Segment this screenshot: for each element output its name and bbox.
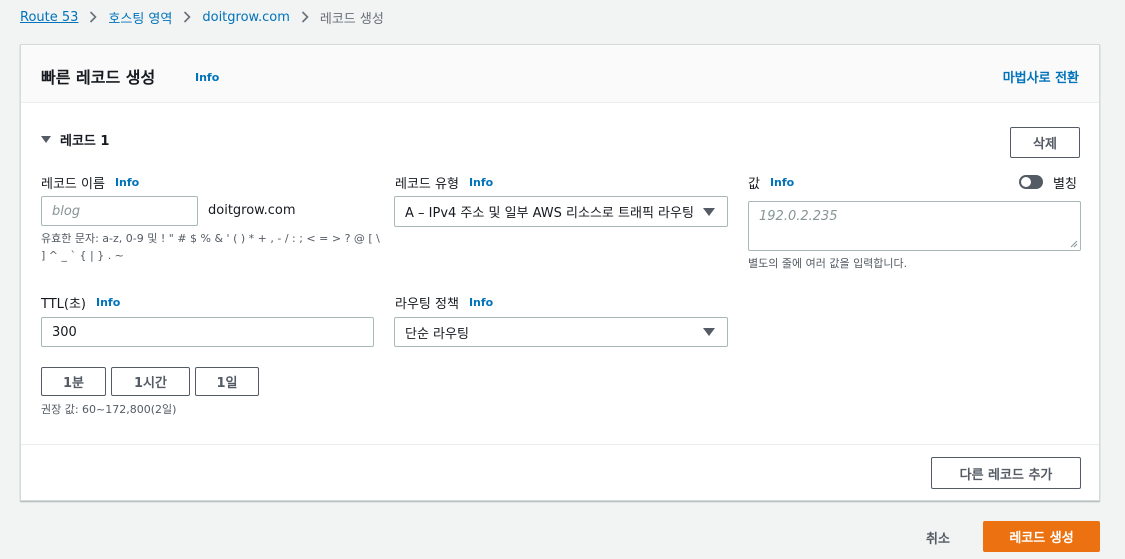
value-label-text: 값 bbox=[748, 176, 760, 192]
delete-button[interactable]: 삭제 bbox=[1010, 127, 1080, 158]
ttl-info-link[interactable]: Info bbox=[96, 296, 120, 309]
record-name-hint: 유효한 문자: a-z, 0-9 및 ! " # $ % & ' ( ) * +… bbox=[41, 232, 380, 262]
domain-suffix: doitgrow.com bbox=[208, 203, 296, 218]
breadcrumb-route53[interactable]: Route 53 bbox=[20, 10, 78, 25]
ttl-label: TTL(초) Info bbox=[41, 293, 120, 312]
panel-header: 빠른 레코드 생성 Info 마법사로 전환 bbox=[21, 45, 1099, 103]
chevron-right-icon bbox=[183, 11, 191, 23]
ttl-label-text: TTL(초) bbox=[41, 296, 86, 312]
record-type-label: 레코드 유형 Info bbox=[395, 173, 493, 192]
routing-policy-label: 라우팅 정책 Info bbox=[395, 293, 493, 312]
ttl-hint: 권장 값: 60~172,800(2일) bbox=[41, 403, 177, 416]
value-textarea[interactable]: 192.0.2.235 bbox=[748, 201, 1081, 251]
dropdown-arrow-icon bbox=[703, 207, 715, 216]
resize-grip-icon[interactable] bbox=[1070, 240, 1078, 248]
title-info-link[interactable]: Info bbox=[195, 71, 219, 84]
switch-to-wizard-link[interactable]: 마법사로 전환 bbox=[1003, 67, 1079, 86]
record-type-info-link[interactable]: Info bbox=[469, 176, 493, 189]
quick-create-panel: 빠른 레코드 생성 Info 마법사로 전환 레코드 1 삭제 레코드 이름 I… bbox=[20, 44, 1100, 501]
record-name-label: 레코드 이름 Info bbox=[41, 173, 139, 192]
routing-policy-value: 단순 라우팅 bbox=[405, 326, 469, 342]
panel-divider bbox=[21, 444, 1099, 445]
routing-policy-label-text: 라우팅 정책 bbox=[395, 296, 459, 312]
routing-policy-select[interactable]: 단순 라우팅 bbox=[394, 317, 728, 347]
record-type-select[interactable]: A – IPv4 주소 및 일부 AWS 리소스로 트래픽 라우팅 bbox=[394, 196, 728, 227]
caret-down-icon bbox=[41, 136, 51, 143]
record-type-label-text: 레코드 유형 bbox=[395, 176, 459, 192]
record-section-toggle[interactable]: 레코드 1 bbox=[41, 130, 109, 149]
create-records-button[interactable]: 레코드 생성 bbox=[983, 521, 1100, 552]
ttl-input[interactable]: 300 bbox=[41, 317, 374, 347]
value-info-link[interactable]: Info bbox=[770, 176, 794, 189]
routing-policy-info-link[interactable]: Info bbox=[469, 296, 493, 309]
record-name-input[interactable]: blog bbox=[41, 196, 198, 226]
cancel-button[interactable]: 취소 bbox=[926, 528, 950, 547]
breadcrumb-current: 레코드 생성 bbox=[319, 11, 384, 27]
value-hint: 별도의 줄에 여러 값을 입력합니다. bbox=[748, 257, 908, 270]
breadcrumb-domain[interactable]: doitgrow.com bbox=[202, 10, 290, 25]
chevron-right-icon bbox=[301, 11, 309, 23]
breadcrumb-hosted-zones[interactable]: 호스팅 영역 bbox=[108, 8, 172, 27]
toggle-knob bbox=[1021, 177, 1031, 187]
add-another-record-button[interactable]: 다른 레코드 추가 bbox=[931, 457, 1081, 489]
record-section-label: 레코드 1 bbox=[60, 134, 110, 149]
ttl-preset-1day[interactable]: 1일 bbox=[195, 367, 259, 396]
ttl-preset-1hour[interactable]: 1시간 bbox=[111, 367, 190, 396]
record-name-info-link[interactable]: Info bbox=[115, 176, 139, 189]
panel-title: 빠른 레코드 생성 bbox=[41, 68, 156, 87]
record-type-value: A – IPv4 주소 및 일부 AWS 리소스로 트래픽 라우팅 bbox=[405, 206, 694, 221]
value-label: 값 Info bbox=[748, 173, 794, 192]
chevron-right-icon bbox=[89, 11, 98, 23]
value-placeholder: 192.0.2.235 bbox=[759, 209, 838, 224]
alias-label: 별칭 bbox=[1053, 176, 1077, 192]
breadcrumb: Route 53 호스팅 영역 doitgrow.com 레코드 생성 bbox=[20, 7, 384, 27]
record-name-label-text: 레코드 이름 bbox=[41, 176, 105, 192]
dropdown-arrow-icon bbox=[703, 328, 715, 336]
ttl-preset-1min[interactable]: 1분 bbox=[41, 367, 106, 396]
alias-toggle[interactable] bbox=[1019, 175, 1043, 189]
